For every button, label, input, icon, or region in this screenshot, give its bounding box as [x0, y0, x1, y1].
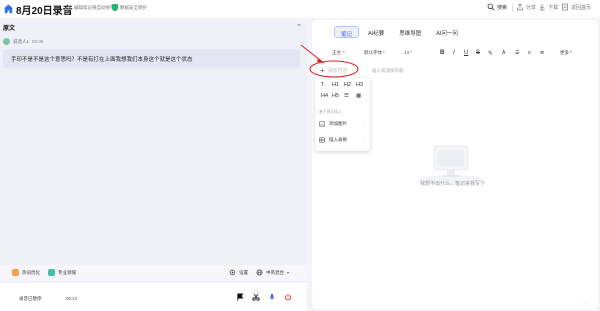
empty-state-illustration [419, 145, 483, 185]
search-button[interactable]: 搜索 [487, 3, 507, 11]
highlight-icon[interactable]: ✎ [488, 50, 493, 57]
language-select[interactable]: 中英混合 ▾ [256, 269, 289, 276]
recording-status: 录音已暂停 [19, 296, 42, 301]
tab-ai-summary[interactable]: AI纪要 [362, 26, 390, 38]
divider [512, 4, 513, 12]
top-bar: 8月20日录音 编辑笔记将自动保存 数据安全保护 搜索 分享 下载 返回首页 [0, 0, 600, 18]
save-status: 编辑笔记将自动保存 [74, 5, 115, 10]
cut-button[interactable] [251, 292, 260, 301]
bold-icon[interactable]: B [440, 50, 444, 56]
hotword-icon [12, 269, 19, 276]
list-icon[interactable]: ☰ [344, 93, 349, 99]
domain-icon [48, 269, 55, 276]
shield-icon [112, 4, 118, 11]
add-image-item[interactable]: 添加图片 › [319, 121, 365, 127]
home-button[interactable]: 返回首页 [561, 3, 591, 11]
heading5-icon[interactable]: H5 [332, 93, 339, 99]
heading1-icon[interactable]: H1 [332, 82, 339, 88]
text-color-icon[interactable]: A [502, 50, 505, 56]
search-icon [487, 3, 495, 11]
domain-button[interactable]: 专业领域 [48, 269, 76, 276]
text-style-icon[interactable]: T [321, 82, 324, 88]
flag-icon [236, 293, 243, 300]
chevron-down-icon: ▾ [383, 50, 385, 54]
chevron-right-icon: › [363, 121, 366, 127]
home-icon[interactable] [3, 3, 14, 14]
transcript-panel: 原文 ⌃ 说话人1 00:09 手印不是不是这个意思吗？不是有打在上面我想我们本… [0, 18, 307, 311]
recording-bar: 录音已暂停 00:12 [0, 283, 307, 311]
underline-icon[interactable]: U [464, 50, 468, 56]
font-family-select[interactable]: 默认字体 [364, 50, 382, 56]
flag-button[interactable] [235, 292, 244, 301]
numbered-list-icon[interactable]: ≡ [528, 50, 531, 56]
edit-icon[interactable] [63, 5, 71, 13]
tool-bar: 热词优化 专业领域 设置 中英混合 ▾ [0, 265, 307, 281]
empty-state-text: 我想不出什么，笔记来我写下 [420, 181, 486, 187]
timestamp: 00:09 [32, 39, 44, 44]
settings-button[interactable]: 设置 [229, 269, 248, 276]
gear-icon [229, 269, 236, 276]
tab-notes[interactable]: 笔记 [334, 26, 360, 38]
power-icon [284, 293, 291, 300]
microphone-button[interactable] [267, 292, 276, 301]
stop-button[interactable] [283, 292, 292, 301]
section-title: 原文 [3, 26, 16, 32]
chevron-down-icon: ▾ [410, 50, 412, 54]
download-icon [539, 4, 545, 11]
italic-icon[interactable]: I [453, 50, 455, 56]
tab-ai-ask[interactable]: AI问一问 [430, 26, 464, 38]
align-icon[interactable]: ≣ [540, 50, 544, 56]
tab-bar: 笔记 AI纪要 思维导图 AI问一问 [334, 26, 464, 39]
chevron-down-icon: ▾ [343, 50, 345, 54]
plus-icon: + [320, 66, 325, 75]
chevron-right-icon: › [363, 137, 366, 143]
font-size-select[interactable]: 14 [404, 50, 409, 55]
add-content-label: 添加内容 [327, 68, 348, 74]
doc-icon [562, 3, 568, 11]
chevron-down-icon: ▾ [287, 270, 290, 275]
heading4-icon[interactable]: H4 [321, 93, 328, 99]
paragraph-style-select[interactable]: 正文 [332, 50, 341, 56]
image-icon [319, 121, 325, 127]
table-icon[interactable]: ▦ [356, 93, 361, 99]
share-button[interactable]: 分享 [516, 3, 536, 11]
protect-status: 数据安全保护 [120, 5, 147, 10]
more-button[interactable]: 更多 [560, 50, 569, 56]
more-dots[interactable]: ··· [583, 301, 588, 306]
strikethrough-icon[interactable]: S [476, 50, 480, 56]
heading2-icon[interactable]: H2 [344, 82, 351, 88]
insert-table-item[interactable]: 插入表格 › [319, 137, 365, 143]
language-icon [256, 269, 263, 276]
microphone-icon [269, 293, 274, 300]
scissors-icon [251, 293, 260, 301]
speaker-name[interactable]: 说话人1 [13, 39, 29, 45]
download-button[interactable]: 下载 [538, 3, 558, 11]
share-icon [517, 3, 523, 11]
recording-timer: 00:12 [66, 296, 78, 301]
hotword-button[interactable]: 热词优化 [12, 269, 40, 276]
tab-mindmap[interactable]: 思维导图 [393, 26, 427, 38]
bullet-list-icon[interactable]: ☰ [515, 50, 519, 56]
editor-placeholder[interactable]: 插入或添加内容 [372, 68, 404, 74]
transcript-text[interactable]: 手印不是不是这个意思吗？不是有打在上面我想我们本身这个就是这个状态 [3, 49, 300, 68]
popup-section-label: 基于原文插入 [319, 110, 342, 114]
chevron-down-icon: ▾ [570, 50, 572, 54]
avatar [3, 38, 10, 45]
format-toolbar: 正文 ▾ 默认字体 ▾ 14 ▾ B I U S ✎ A ☰ ≡ ≣ 更多 ▾ [322, 49, 592, 59]
collapse-icon[interactable]: ⌃ [296, 23, 302, 31]
heading3-icon[interactable]: H3 [356, 82, 363, 88]
add-content-row[interactable]: + 添加内容 [320, 64, 369, 77]
table-icon [319, 137, 325, 143]
